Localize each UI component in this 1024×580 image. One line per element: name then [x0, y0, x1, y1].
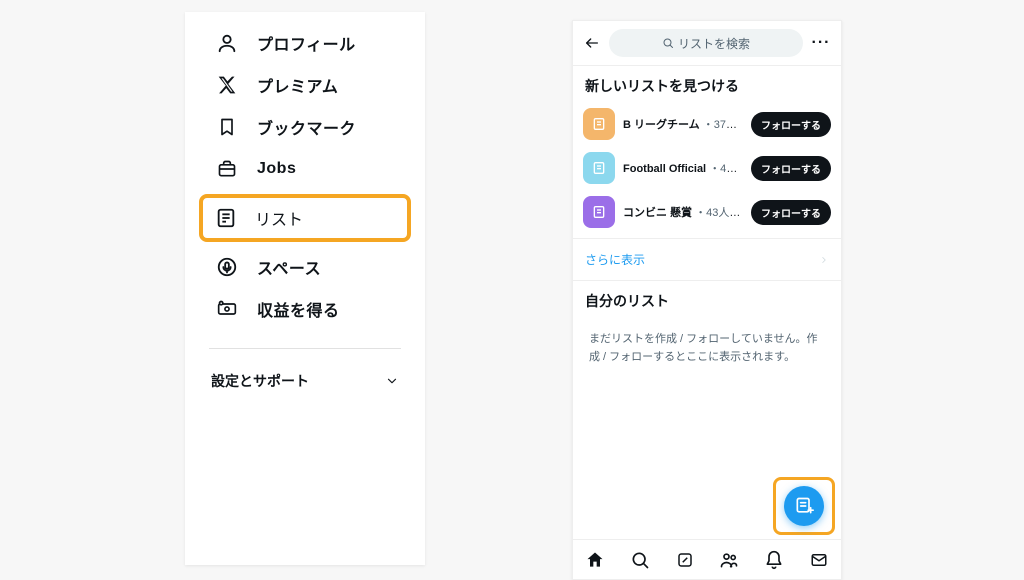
create-list-highlight [773, 477, 835, 535]
nav-jobs[interactable]: Jobs [185, 148, 425, 190]
nav-profile-label: プロフィール [257, 31, 356, 55]
new-list-icon [794, 496, 814, 516]
chevron-right-icon [819, 255, 829, 265]
list-suggestion-item[interactable]: コンビニ 懸賞 ・43人のメンバー フォローする [573, 190, 841, 234]
search-placeholder: リストを検索 [678, 35, 750, 52]
nav-spaces[interactable]: スペース [185, 246, 425, 288]
side-nav-panel: プロフィール プレミアム ブックマーク Jobs リスト スペース [185, 12, 425, 565]
list-thumb-icon [583, 196, 615, 228]
bookmark-icon [215, 115, 239, 139]
more-options-button[interactable]: ··· [811, 34, 831, 52]
list-info: B リーグチーム ・37人のメンバー [623, 116, 743, 132]
list-icon [215, 207, 237, 229]
list-name: Football Official [623, 163, 706, 175]
search-icon [662, 37, 674, 49]
tab-home[interactable] [583, 548, 607, 572]
settings-label: 設定とサポート [211, 371, 309, 391]
money-icon [215, 297, 239, 321]
list-meta: ・44人の… [709, 163, 743, 175]
tab-notifications[interactable] [762, 548, 786, 572]
tab-messages[interactable] [807, 548, 831, 572]
list-info: コンビニ 懸賞 ・43人のメンバー [623, 204, 743, 220]
profile-icon [215, 31, 239, 55]
follow-button[interactable]: フォローする [751, 200, 831, 225]
search-bar: リストを検索 ··· [573, 21, 841, 66]
create-list-fab[interactable] [784, 486, 824, 526]
bottom-nav [573, 539, 841, 579]
tab-search[interactable] [628, 548, 652, 572]
nav-bookmarks[interactable]: ブックマーク [185, 106, 425, 148]
nav-monetization[interactable]: 収益を得る [185, 288, 425, 330]
empty-lists-message: まだリストを作成 / フォローしていません。作成 / フォローするとここに表示さ… [573, 317, 841, 380]
nav-premium-label: プレミアム [257, 73, 338, 97]
x-logo-icon [215, 73, 239, 97]
list-thumb-icon [583, 152, 615, 184]
show-more-label: さらに表示 [585, 251, 645, 268]
discover-lists-title: 新しいリストを見つける [573, 66, 841, 102]
nav-profile[interactable]: プロフィール [185, 22, 425, 64]
follow-button[interactable]: フォローする [751, 112, 831, 137]
list-suggestions: B リーグチーム ・37人のメンバー フォローする Football Offic… [573, 102, 841, 234]
nav-jobs-label: Jobs [257, 160, 296, 178]
briefcase-icon [215, 157, 239, 181]
nav-premium[interactable]: プレミアム [185, 64, 425, 106]
list-meta: ・37人のメンバー [703, 119, 743, 131]
search-input[interactable]: リストを検索 [609, 29, 803, 57]
list-suggestion-item[interactable]: B リーグチーム ・37人のメンバー フォローする [573, 102, 841, 146]
microphone-icon [215, 255, 239, 279]
list-name: B リーグチーム [623, 119, 700, 131]
nav-lists-highlighted[interactable]: リスト [199, 194, 411, 242]
chevron-down-icon [385, 374, 399, 388]
list-meta: ・43人のメンバー [695, 207, 743, 219]
nav-lists-label: リスト [255, 206, 303, 230]
my-lists-title: 自分のリスト [573, 281, 841, 317]
nav-monetization-label: 収益を得る [257, 297, 340, 321]
lists-body [573, 380, 841, 539]
show-more-button[interactable]: さらに表示 [573, 238, 841, 281]
list-thumb-icon [583, 108, 615, 140]
tab-communities[interactable] [717, 548, 741, 572]
list-name: コンビニ 懸賞 [623, 207, 692, 219]
settings-and-support[interactable]: 設定とサポート [185, 349, 425, 401]
lists-screen: リストを検索 ··· 新しいリストを見つける B リーグチーム ・37人のメンバ… [572, 20, 842, 580]
nav-spaces-label: スペース [257, 255, 321, 279]
list-suggestion-item[interactable]: Football Official ・44人の… フォローする [573, 146, 841, 190]
follow-button[interactable]: フォローする [751, 156, 831, 181]
list-info: Football Official ・44人の… [623, 160, 743, 176]
nav-bookmarks-label: ブックマーク [257, 115, 356, 139]
tab-grok[interactable] [673, 548, 697, 572]
back-button[interactable] [583, 34, 601, 52]
